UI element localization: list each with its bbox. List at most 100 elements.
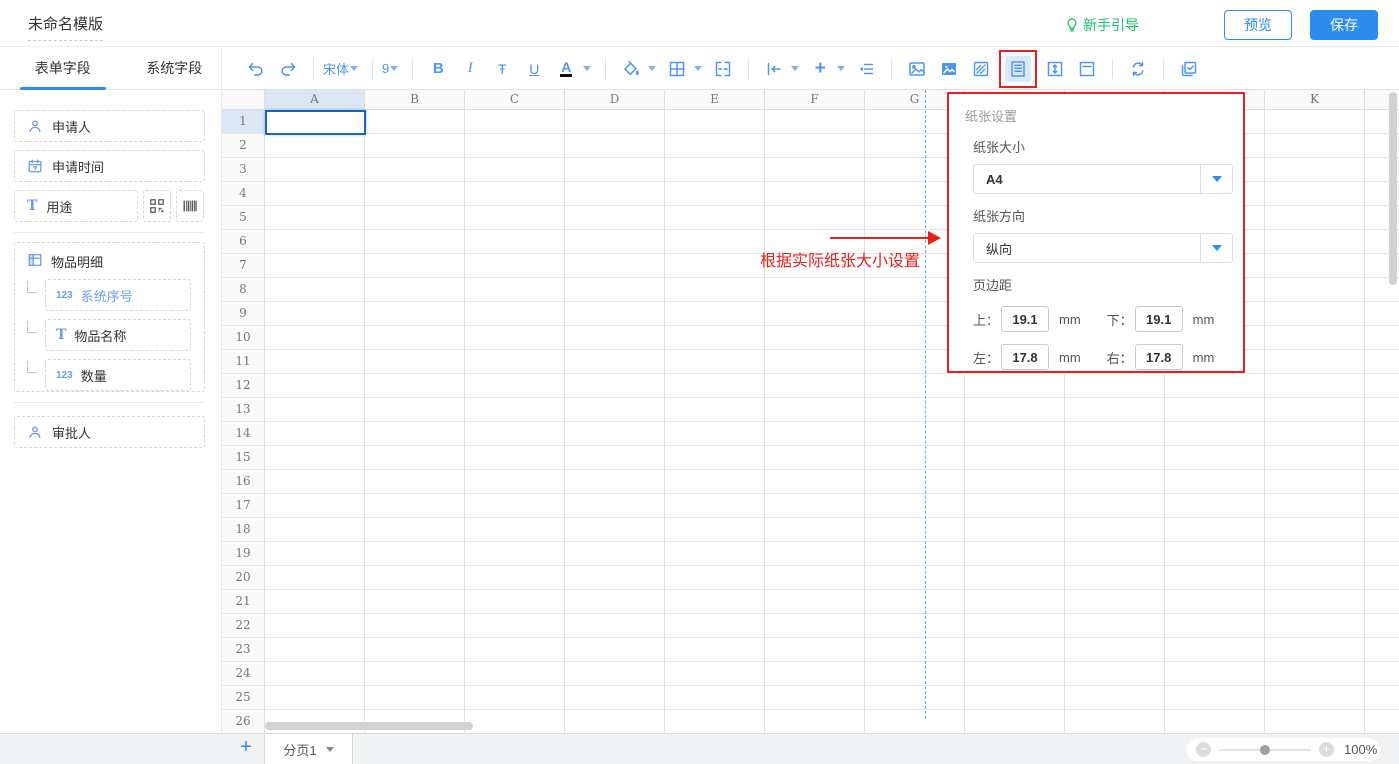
horizontal-scrollbar[interactable] (265, 722, 473, 730)
bold-button[interactable]: B (425, 56, 451, 82)
font-color-caret-icon[interactable] (583, 66, 591, 71)
zoom-in-button[interactable]: + (1319, 742, 1334, 757)
row-header[interactable]: 10 (222, 326, 265, 350)
row-header[interactable]: 7 (222, 254, 265, 278)
italic-button[interactable]: I (457, 56, 483, 82)
field-apply-time[interactable]: 申请时间 (14, 150, 205, 182)
field-item-name[interactable]: T 物品名称 (45, 319, 191, 351)
underline-button[interactable]: U (521, 56, 547, 82)
page-break-button[interactable] (1074, 56, 1100, 82)
row-header[interactable]: 15 (222, 446, 265, 470)
row-header[interactable]: 3 (222, 158, 265, 182)
align-button[interactable] (761, 56, 787, 82)
tab-form-fields[interactable]: 表单字段 (16, 47, 110, 90)
selected-cell-a1[interactable] (265, 110, 366, 135)
column-header[interactable]: E (665, 90, 765, 109)
column-header[interactable]: C (465, 90, 565, 109)
font-size-select[interactable]: 9 (382, 61, 389, 76)
margin-bottom-input[interactable] (1135, 306, 1183, 332)
field-applicant[interactable]: 申请人 (14, 110, 205, 142)
row-header[interactable]: 18 (222, 518, 265, 542)
copy-check-button[interactable] (1176, 56, 1202, 82)
row-header[interactable]: 6 (222, 230, 265, 254)
barcode-button[interactable] (176, 190, 204, 222)
row-header[interactable]: 17 (222, 494, 265, 518)
row-header[interactable]: 14 (222, 422, 265, 446)
row-header[interactable]: 20 (222, 566, 265, 590)
row-header[interactable]: 13 (222, 398, 265, 422)
row-header[interactable]: 26 (222, 710, 265, 733)
template-title[interactable]: 未命名模版 (28, 13, 103, 41)
row-header[interactable]: 24 (222, 662, 265, 686)
insert-button[interactable]: + (807, 56, 833, 82)
insert-image-button[interactable] (904, 56, 930, 82)
row-header[interactable]: 5 (222, 206, 265, 230)
calendar-icon (27, 158, 43, 174)
sheet-tab[interactable]: 分页1 (264, 734, 353, 764)
field-serial[interactable]: 123 系统序号 (45, 279, 191, 311)
select-arrow-box[interactable] (1200, 165, 1232, 193)
align-caret-icon[interactable] (791, 66, 799, 71)
row-height-button[interactable] (1042, 56, 1068, 82)
strikethrough-button[interactable]: Ŧ (489, 56, 515, 82)
indent-button[interactable] (853, 56, 879, 82)
font-color-button[interactable]: A (560, 60, 572, 77)
column-header[interactable]: A (265, 90, 365, 109)
row-header[interactable]: 8 (222, 278, 265, 302)
field-purpose[interactable]: T 用途 (14, 190, 138, 222)
borders-caret-icon[interactable] (694, 66, 702, 71)
field-group-item-detail[interactable]: 物品明细 123 系统序号 T 物品名称 123 数 (14, 242, 205, 392)
redo-button[interactable] (275, 56, 301, 82)
row-header[interactable]: 19 (222, 542, 265, 566)
refresh-button[interactable] (1125, 56, 1151, 82)
row-header[interactable]: 2 (222, 134, 265, 158)
row-header[interactable]: 16 (222, 470, 265, 494)
orientation-select[interactable]: 纵向 (973, 233, 1233, 263)
page-setup-button[interactable] (1005, 56, 1031, 82)
margin-left-input[interactable] (1001, 344, 1049, 370)
margin-right-input[interactable] (1135, 344, 1183, 370)
row-header[interactable]: 22 (222, 614, 265, 638)
fill-color-caret-icon[interactable] (648, 66, 656, 71)
column-header[interactable]: D (565, 90, 665, 109)
vertical-scrollbar[interactable] (1389, 92, 1397, 285)
fill-color-button[interactable] (618, 56, 644, 82)
row-header[interactable]: 25 (222, 686, 265, 710)
zoom-slider-track[interactable] (1219, 749, 1311, 751)
row-header[interactable]: 9 (222, 302, 265, 326)
tab-system-fields[interactable]: 系统字段 (128, 47, 222, 90)
image-filled-icon (940, 60, 958, 78)
insert-caret-icon[interactable] (837, 66, 845, 71)
font-size-caret-icon[interactable] (390, 66, 398, 71)
select-all-corner[interactable] (222, 90, 265, 110)
qrcode-button[interactable] (143, 190, 171, 222)
insert-image-filled-button[interactable] (936, 56, 962, 82)
zoom-out-button[interactable]: − (1196, 742, 1211, 757)
sheet-tab-caret-icon[interactable] (326, 747, 334, 752)
zoom-slider-handle[interactable] (1260, 745, 1270, 755)
save-button[interactable]: 保存 (1310, 10, 1378, 40)
row-header[interactable]: 12 (222, 374, 265, 398)
column-header[interactable]: K (1265, 90, 1365, 109)
margin-top-input[interactable] (1001, 306, 1049, 332)
row-header[interactable]: 1 (222, 110, 265, 134)
field-approver[interactable]: 审批人 (14, 416, 205, 448)
stamp-button[interactable] (968, 56, 994, 82)
add-sheet-button[interactable]: + (234, 736, 258, 759)
column-header[interactable]: B (365, 90, 465, 109)
font-family-caret-icon[interactable] (350, 66, 358, 71)
beginner-guide-link[interactable]: 新手引导 (1065, 15, 1139, 35)
paper-size-select[interactable]: A4 (973, 164, 1233, 194)
row-header[interactable]: 23 (222, 638, 265, 662)
borders-button[interactable] (664, 56, 690, 82)
undo-button[interactable] (243, 56, 269, 82)
preview-button[interactable]: 预览 (1224, 10, 1292, 40)
row-header[interactable]: 4 (222, 182, 265, 206)
merge-cells-button[interactable] (710, 56, 736, 82)
select-arrow-box[interactable] (1200, 234, 1232, 262)
row-header[interactable]: 11 (222, 350, 265, 374)
row-header[interactable]: 21 (222, 590, 265, 614)
column-header[interactable]: F (765, 90, 865, 109)
font-family-select[interactable]: 宋体 (323, 59, 349, 78)
field-quantity[interactable]: 123 数量 (45, 359, 191, 391)
